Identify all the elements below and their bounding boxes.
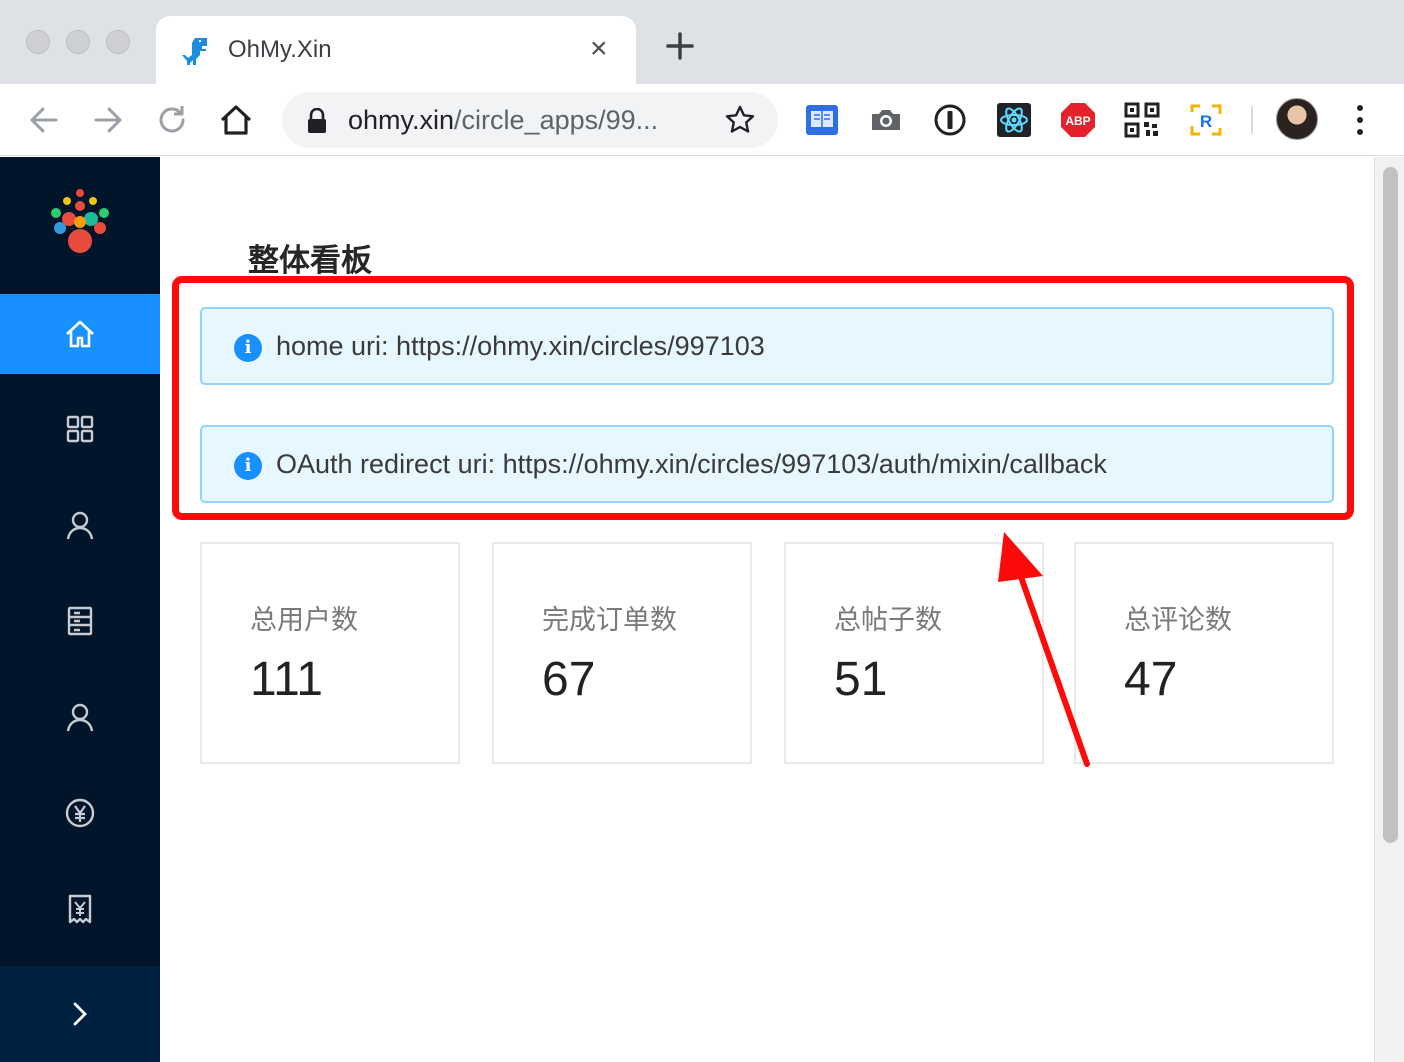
- nav-item-users[interactable]: [0, 485, 160, 565]
- new-tab-icon[interactable]: [664, 30, 696, 62]
- browser-tab[interactable]: OhMy.Xin ×: [156, 16, 636, 86]
- profile-icon: [67, 606, 93, 636]
- adblock-plus-icon[interactable]: ABP: [1060, 102, 1096, 138]
- reader-extension-icon[interactable]: [804, 102, 840, 138]
- tab-close-icon[interactable]: ×: [590, 34, 608, 64]
- url-text: ohmy.xin/circle_apps/99...: [348, 105, 658, 136]
- react-devtools-icon[interactable]: [996, 102, 1032, 138]
- stat-label: 总评论数: [1124, 605, 1232, 635]
- url-host: ohmy.xin: [348, 105, 455, 135]
- appstore-icon: [66, 415, 94, 443]
- page-scrollbar[interactable]: [1374, 157, 1404, 1062]
- svg-text:R: R: [1200, 112, 1212, 131]
- window-minimize-dot[interactable]: [66, 30, 90, 54]
- stat-value: 47: [1124, 653, 1178, 706]
- password-manager-icon[interactable]: [932, 102, 968, 138]
- profile-avatar[interactable]: [1276, 98, 1318, 140]
- nav-item-bills[interactable]: [0, 869, 160, 949]
- nav-item-payments[interactable]: [0, 773, 160, 853]
- nav-item-content[interactable]: [0, 581, 160, 661]
- page-title: 整体看板: [248, 243, 372, 278]
- browser-tabstrip: OhMy.Xin ×: [0, 0, 1404, 86]
- alert-message: OAuth redirect uri: https://ohmy.xin/cir…: [276, 449, 1107, 479]
- dino-favicon-icon: [182, 38, 207, 65]
- url-path: /circle_apps/99...: [454, 105, 659, 135]
- reload-icon[interactable]: [152, 100, 192, 140]
- stat-card-orders: 完成订单数 67: [492, 542, 752, 764]
- lock-icon: [308, 108, 326, 133]
- window-zoom-dot[interactable]: [106, 30, 130, 54]
- bookmark-star-icon[interactable]: [724, 104, 756, 136]
- sidebar-collapse-button[interactable]: [0, 966, 160, 1062]
- annotation-arrow-icon: [998, 532, 1090, 767]
- app-logo-icon: [51, 189, 109, 253]
- browser-toolbar: ohmy.xin/circle_apps/99... ABP R: [0, 84, 1404, 156]
- nav-item-apps[interactable]: [0, 389, 160, 469]
- sidebar: [0, 157, 160, 1062]
- nav-item-home[interactable]: [0, 294, 160, 374]
- stat-value: 51: [834, 653, 888, 706]
- info-icon: i: [234, 334, 262, 362]
- user-icon: [66, 511, 94, 540]
- toolbar-separator: [1251, 106, 1253, 134]
- alert-message: home uri: https://ohmy.xin/circles/99710…: [276, 331, 765, 361]
- svg-text:ABP: ABP: [1065, 114, 1090, 128]
- home-icon: [66, 320, 94, 348]
- r-extension-icon[interactable]: R: [1188, 102, 1224, 138]
- window-close-dot[interactable]: [26, 30, 50, 54]
- stat-value: 67: [542, 653, 596, 706]
- back-arrow-icon[interactable]: [24, 100, 64, 140]
- address-bar[interactable]: ohmy.xin/circle_apps/99...: [282, 92, 778, 148]
- stat-card-comments: 总评论数 47: [1074, 542, 1334, 764]
- yuan-circle-icon: [65, 798, 95, 828]
- nav-item-members[interactable]: [0, 677, 160, 757]
- info-icon: i: [234, 452, 262, 480]
- user-icon: [66, 703, 94, 732]
- qr-code-icon[interactable]: [1124, 102, 1160, 138]
- more-menu-icon[interactable]: [1352, 102, 1368, 138]
- oauth-uri-alert: i OAuth redirect uri: https://ohmy.xin/c…: [200, 425, 1334, 503]
- right-chevron-icon: [73, 1002, 87, 1026]
- stat-label: 完成订单数: [542, 605, 677, 635]
- camera-extension-icon[interactable]: [868, 102, 904, 138]
- bill-icon: [68, 894, 92, 924]
- main-content: 整体看板 i home uri: https://ohmy.xin/circle…: [160, 157, 1374, 1062]
- forward-arrow-icon[interactable]: [88, 100, 128, 140]
- stat-value: 111: [250, 653, 323, 706]
- home-uri-alert: i home uri: https://ohmy.xin/circles/997…: [200, 307, 1334, 385]
- tab-title: OhMy.Xin: [228, 36, 332, 63]
- scrollbar-thumb[interactable]: [1383, 167, 1398, 843]
- stat-label: 总用户数: [250, 605, 358, 635]
- home-button-icon[interactable]: [216, 100, 256, 140]
- stat-label: 总帖子数: [834, 605, 942, 635]
- stat-card-users: 总用户数 111: [200, 542, 460, 764]
